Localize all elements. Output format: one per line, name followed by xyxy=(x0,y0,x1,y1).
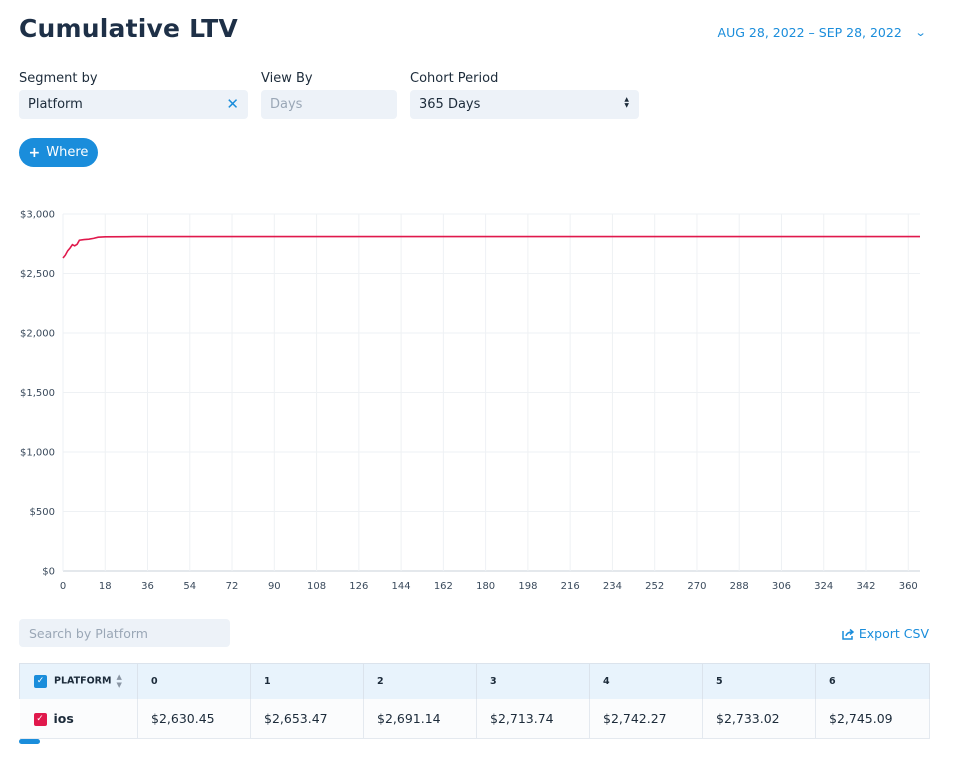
horizontal-scrollbar[interactable] xyxy=(19,739,40,744)
table-cell: $2,653.47 xyxy=(250,698,364,739)
sort-icon[interactable]: ▲ ▼ xyxy=(116,673,121,689)
x-tick-label: 36 xyxy=(141,581,154,592)
x-tick-label: 306 xyxy=(772,581,791,592)
column-header: 4 xyxy=(589,663,703,699)
column-header: 6 xyxy=(815,663,930,699)
row-checkbox[interactable]: ✓ xyxy=(33,712,47,726)
chart-grid xyxy=(62,213,920,572)
date-range-picker[interactable]: AUG 28, 2022 – SEP 28, 2022 ⌄ xyxy=(717,25,927,40)
table-cell: $2,742.27 xyxy=(589,698,703,739)
y-tick-label: $2,500 xyxy=(20,269,55,280)
x-tick-label: 180 xyxy=(476,581,495,592)
page-title: Cumulative LTV xyxy=(19,14,238,43)
x-tick-label: 0 xyxy=(60,581,66,592)
row-platform-cell[interactable]: ✓ ios xyxy=(19,698,138,739)
plus-icon: + xyxy=(28,144,41,161)
ltv-line-chart: $0 $500 $1,000 $1,500 $2,000 $2,500 $3,000 0 18… xyxy=(20,210,920,592)
y-tick-label: $2,000 xyxy=(20,329,55,340)
x-tick-label: 126 xyxy=(349,581,368,592)
x-tick-label: 252 xyxy=(645,581,664,592)
export-csv-label: Export CSV xyxy=(858,626,929,641)
y-tick-label: $0 xyxy=(42,567,55,578)
view-by-placeholder: Days xyxy=(270,97,303,112)
export-csv-button[interactable]: Export CSV xyxy=(842,626,929,641)
chevron-down-icon: ⌄ xyxy=(914,26,927,39)
segment-by-select[interactable]: Platform ✕ xyxy=(19,90,248,119)
cohort-period-select[interactable]: 365 Days ▲ ▼ xyxy=(410,90,639,119)
date-range-text: AUG 28, 2022 – SEP 28, 2022 xyxy=(717,25,902,40)
segment-by-label: Segment by xyxy=(19,71,98,86)
x-axis-ticks: 0 18 36 54 72 90 108 126 144 162 180 198 216 234 252 27… xyxy=(60,581,918,592)
x-tick-label: 144 xyxy=(392,581,411,592)
series-line-ios xyxy=(62,235,920,259)
table-header-row: ✓ PLATFORM ▲ ▼ 0 1 2 3 4 5 6 xyxy=(19,663,930,699)
table-cell: $2,713.74 xyxy=(476,698,590,739)
clear-icon[interactable]: ✕ xyxy=(226,95,239,113)
x-tick-label: 288 xyxy=(730,581,749,592)
y-tick-label: $1,000 xyxy=(20,448,55,459)
x-tick-label: 342 xyxy=(856,581,875,592)
column-header: 1 xyxy=(250,663,364,699)
y-tick-label: $1,500 xyxy=(20,388,55,399)
search-placeholder: Search by Platform xyxy=(29,625,148,641)
column-header: 0 xyxy=(137,663,251,699)
y-tick-label: $3,000 xyxy=(20,210,55,221)
x-tick-label: 360 xyxy=(899,581,918,592)
segment-by-value: Platform xyxy=(28,97,83,112)
column-header: 5 xyxy=(702,663,816,699)
x-tick-label: 162 xyxy=(434,581,453,592)
x-tick-label: 72 xyxy=(226,581,239,592)
add-where-button[interactable]: + Where xyxy=(19,138,98,167)
platform-search-input[interactable]: Search by Platform xyxy=(19,619,230,647)
table-cell: $2,745.09 xyxy=(815,698,930,739)
column-header-platform[interactable]: ✓ PLATFORM ▲ ▼ xyxy=(19,663,138,699)
x-tick-label: 198 xyxy=(518,581,537,592)
cohort-period-value: 365 Days xyxy=(419,97,481,112)
x-tick-label: 216 xyxy=(561,581,580,592)
x-tick-label: 270 xyxy=(687,581,706,592)
export-icon xyxy=(842,628,855,640)
table-row: ✓ ios $2,630.45 $2,653.47 $2,691.14 $2,71… xyxy=(19,698,930,739)
column-header: 2 xyxy=(363,663,477,699)
view-by-select[interactable]: Days xyxy=(261,90,397,119)
table-cell: $2,691.14 xyxy=(363,698,477,739)
x-tick-label: 18 xyxy=(99,581,112,592)
y-axis-ticks: $0 $500 $1,000 $1,500 $2,000 $2,500 $3,000 xyxy=(20,210,55,578)
select-all-checkbox[interactable]: ✓ xyxy=(34,674,47,688)
table-cell: $2,733.02 xyxy=(702,698,816,739)
cohort-period-label: Cohort Period xyxy=(410,71,499,86)
table-cell: $2,630.45 xyxy=(137,698,251,739)
x-tick-label: 108 xyxy=(307,581,326,592)
x-tick-label: 90 xyxy=(268,581,281,592)
where-button-label: Where xyxy=(46,145,89,160)
view-by-label: View By xyxy=(261,71,313,86)
x-tick-label: 324 xyxy=(814,581,833,592)
ltv-table: ✓ PLATFORM ▲ ▼ 0 1 2 3 4 5 6 ✓ ios $2,630.45… xyxy=(19,663,931,743)
y-tick-label: $500 xyxy=(30,507,55,518)
sort-updown-icon: ▲ ▼ xyxy=(624,96,629,109)
x-tick-label: 234 xyxy=(603,581,622,592)
x-tick-label: 54 xyxy=(183,581,196,592)
column-header: 3 xyxy=(476,663,590,699)
